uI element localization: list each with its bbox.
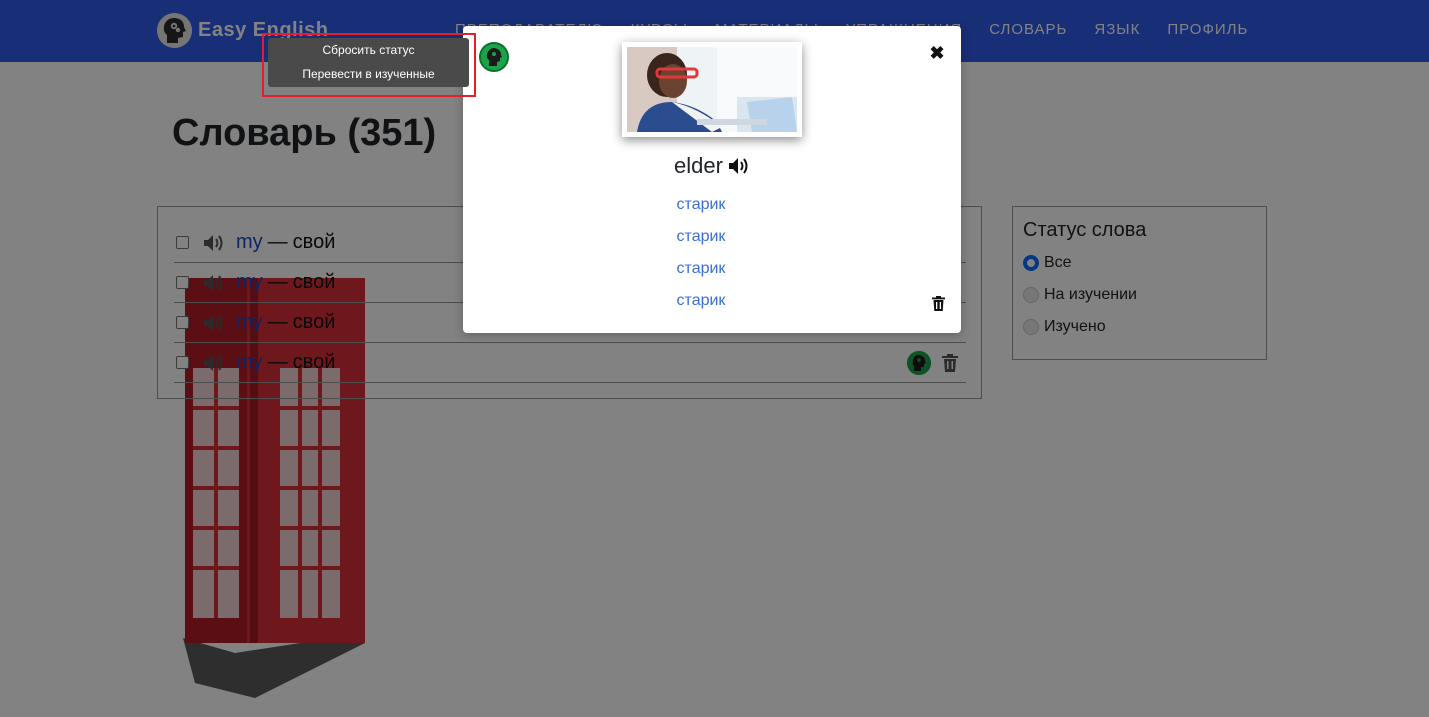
status-context-menu: Сбросить статус Перевести в изученные	[268, 38, 469, 87]
brain-status-icon[interactable]	[479, 42, 509, 72]
translation-link[interactable]: старик	[463, 260, 939, 278]
translation-link[interactable]: старик	[463, 196, 939, 214]
menu-item-reset-status[interactable]: Сбросить статус	[268, 43, 469, 57]
menu-item-mark-learned[interactable]: Перевести в изученные	[268, 67, 469, 81]
modal-word-text: elder	[674, 153, 723, 178]
delete-icon[interactable]	[932, 296, 945, 311]
translation-link[interactable]: старик	[463, 292, 939, 310]
modal-word: elder	[463, 153, 961, 179]
word-image	[622, 42, 802, 137]
translation-link[interactable]: старик	[463, 228, 939, 246]
word-card-modal: ✖ elder старик старик старик старик	[463, 26, 961, 333]
close-icon[interactable]: ✖	[929, 44, 945, 62]
speaker-icon[interactable]	[728, 156, 750, 176]
